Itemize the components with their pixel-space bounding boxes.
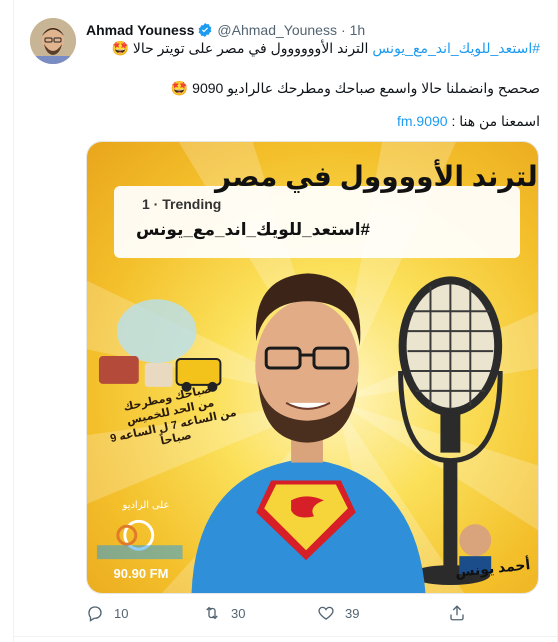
tweet-text: اسمعنا من هنا : — [447, 113, 540, 129]
verified-badge-icon — [197, 22, 213, 38]
divider — [13, 636, 558, 637]
star-eyes-emoji-icon: 🤩 — [111, 40, 129, 56]
reply-button[interactable]: 10 — [86, 604, 128, 622]
tweet-text: الترند الأوووووول في مصر على تويتر حالا — [128, 40, 373, 56]
retweet-count: 30 — [231, 605, 246, 621]
trending-card: 1 · Trending #استعد_للويك_اند_مع_يونس — [114, 186, 520, 258]
separator-dot: · — [340, 22, 346, 38]
tweet-text: صحصح وانضملنا حالا واسمع صباحك ومطرحك عا… — [188, 80, 540, 96]
star-eyes-emoji-icon: 🤩 — [170, 80, 189, 96]
trending-rank: 1 · Trending — [142, 196, 222, 212]
tweet-header: Ahmad Youness @Ahmad_Youness · 1h — [86, 20, 544, 40]
radio-label: على الراديو — [122, 500, 170, 511]
reply-icon — [88, 606, 102, 622]
heart-icon — [318, 606, 334, 620]
tweet-timestamp[interactable]: 1h — [350, 22, 366, 38]
tweet-text-line-1: #استعد_للويك_اند_مع_يونس الترند الأووووو… — [112, 40, 540, 57]
like-button[interactable]: 39 — [317, 604, 359, 622]
external-link[interactable]: 9090.fm — [397, 113, 448, 129]
tweet-text-line-3: اسمعنا من هنا : 9090.fm — [397, 113, 540, 130]
share-button[interactable] — [448, 604, 466, 622]
author-handle[interactable]: @Ahmad_Youness — [217, 22, 337, 38]
avatar[interactable] — [30, 18, 76, 64]
tweet-text-line-2: صحصح وانضملنا حالا واسمع صباحك ومطرحك عا… — [171, 80, 540, 97]
trending-hashtag: #استعد_للويك_اند_مع_يونس — [136, 220, 370, 239]
like-count: 39 — [345, 605, 360, 621]
media-headline: الترند الأوووول في مصر — [215, 161, 539, 192]
retweet-icon — [206, 606, 218, 620]
hashtag-link[interactable]: #استعد_للويك_اند_مع_يونس — [372, 40, 540, 56]
author-name[interactable]: Ahmad Youness — [86, 22, 194, 38]
reply-count: 10 — [114, 605, 129, 621]
radio-9090-logo — [96, 519, 183, 560]
share-icon — [450, 605, 464, 621]
radio-frequency: 90.90 FM — [113, 566, 169, 581]
tweet-media-image[interactable]: 1 · Trending #استعد_للويك_اند_مع_يونس ال… — [86, 141, 539, 594]
tweet-actions: 10 30 39 — [86, 604, 539, 628]
retweet-button[interactable]: 30 — [203, 604, 245, 622]
